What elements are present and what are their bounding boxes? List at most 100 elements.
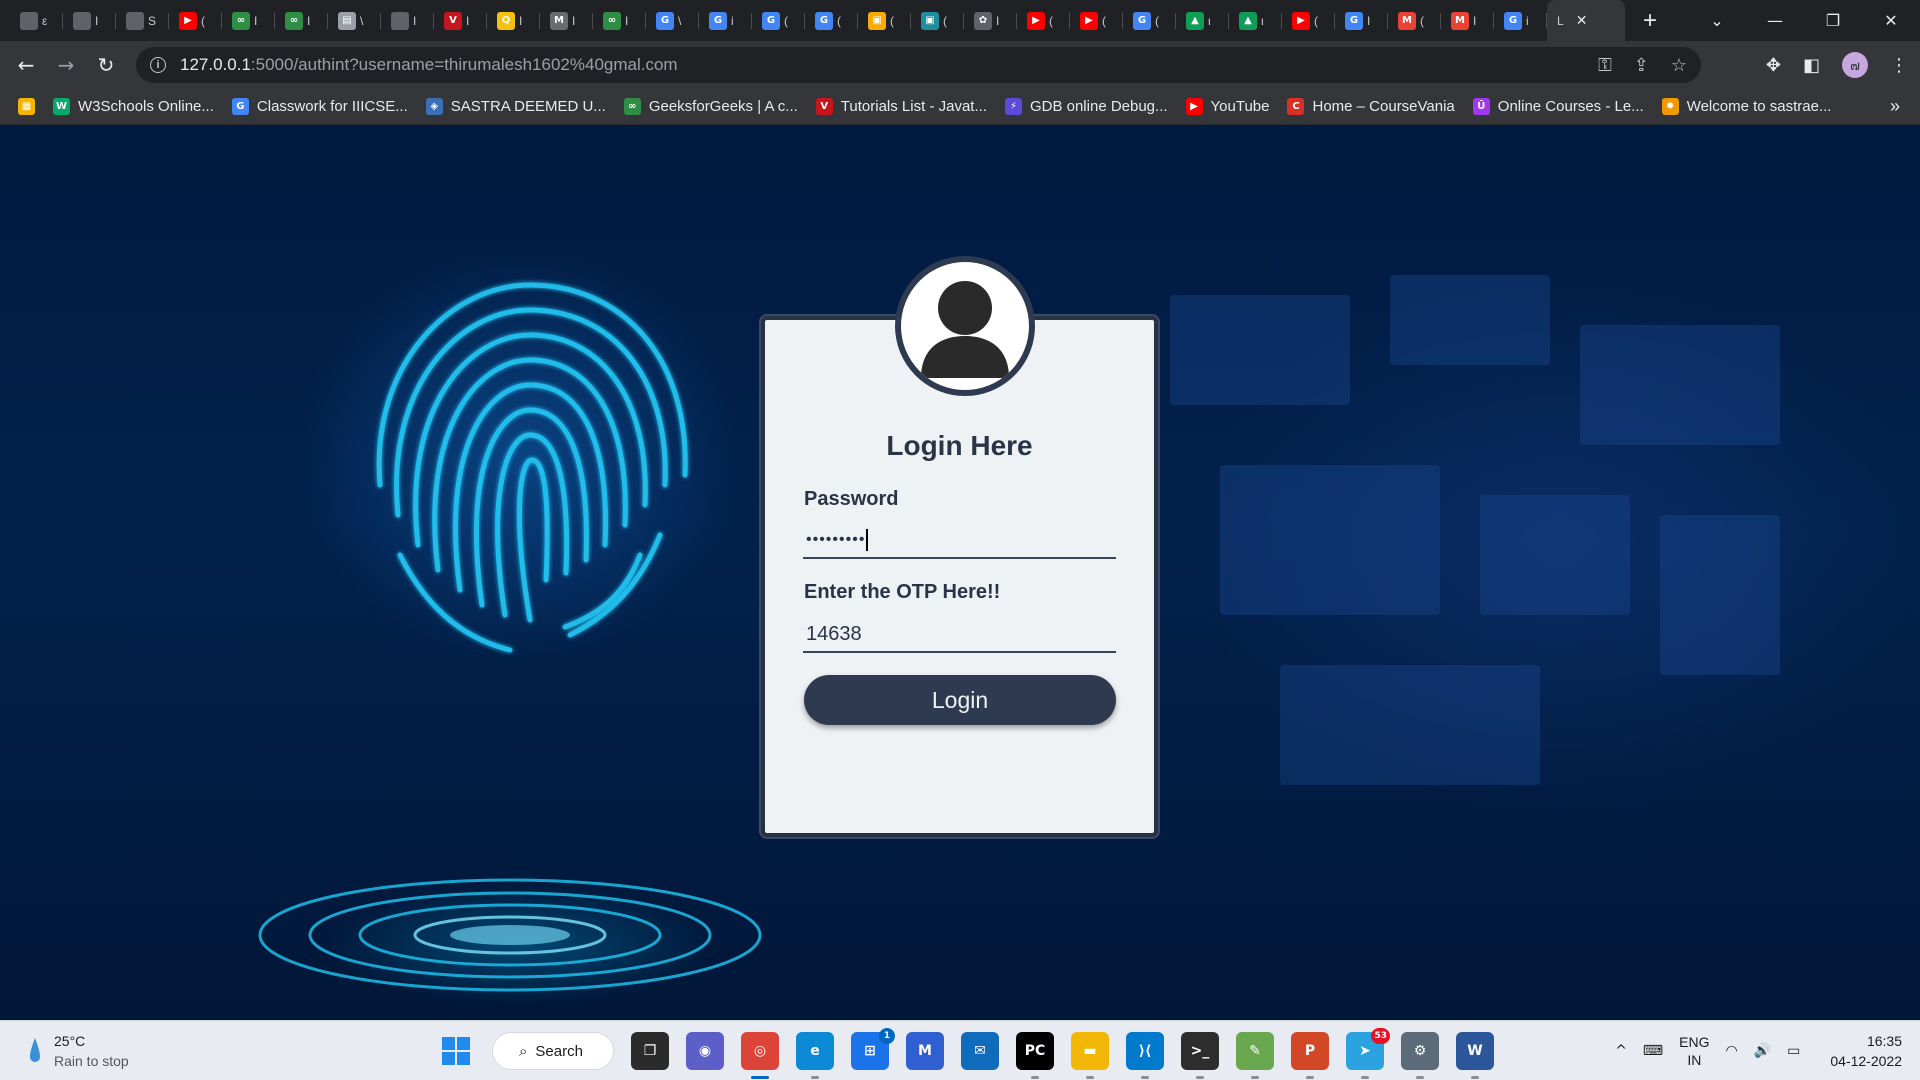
- profile-avatar[interactable]: ๗: [1842, 52, 1868, 78]
- bookmark-item[interactable]: V Tutorials List - Javat...: [815, 98, 987, 115]
- teams-chat-icon[interactable]: ◉: [686, 1032, 724, 1070]
- terminal-icon[interactable]: >_: [1181, 1032, 1219, 1079]
- bookmark-star-icon[interactable]: ☆: [1671, 55, 1687, 76]
- browser-tab[interactable]: ε: [10, 0, 63, 41]
- globe-icon: [391, 11, 409, 30]
- wifi-icon[interactable]: ◠: [1725, 1043, 1737, 1059]
- bookmark-item[interactable]: ▦: [18, 98, 35, 115]
- forward-button[interactable]: →: [46, 53, 86, 77]
- edge-icon[interactable]: e: [796, 1032, 834, 1079]
- bookmark-item[interactable]: ∞ GeeksforGeeks | A c...: [623, 98, 798, 115]
- password-input[interactable]: •••••••••: [803, 523, 1116, 559]
- browser-tab[interactable]: ▣(: [858, 0, 911, 41]
- browser-tab[interactable]: ▶(: [1282, 0, 1335, 41]
- browser-tab[interactable]: M(: [1388, 0, 1441, 41]
- browser-tab[interactable]: ▲ ι: [1229, 0, 1282, 41]
- bookmark-item[interactable]: ◈ SASTRA DEEMED U...: [425, 98, 606, 115]
- extensions-icon[interactable]: ✥: [1766, 55, 1781, 76]
- browser-tab[interactable]: I: [381, 0, 434, 41]
- browser-tab[interactable]: QI: [487, 0, 540, 41]
- youtube-icon: ▶: [1292, 11, 1310, 30]
- window-controls: ⌄ — ❐ ✕: [1688, 0, 1920, 41]
- bookmarks-overflow-icon[interactable]: »: [1890, 96, 1900, 117]
- browser-tab[interactable]: Gi: [1494, 0, 1547, 41]
- bookmark-item[interactable]: W W3Schools Online...: [53, 98, 214, 115]
- browser-tab[interactable]: S: [116, 0, 169, 41]
- browser-tab[interactable]: ∞ I: [593, 0, 646, 41]
- password-key-icon[interactable]: ⚿: [1598, 55, 1612, 76]
- otp-input[interactable]: 14638: [803, 617, 1116, 653]
- browser-tab[interactable]: ▶(: [169, 0, 222, 41]
- minimize-button[interactable]: —: [1746, 11, 1804, 30]
- taskbar-search[interactable]: ⌕ Search: [492, 1032, 614, 1070]
- bookmark-item[interactable]: ⚡ GDB online Debug...: [1004, 98, 1168, 115]
- bookmark-item[interactable]: C Home – CourseVania: [1287, 98, 1455, 115]
- running-indicator: [1471, 1076, 1479, 1079]
- weather-widget[interactable]: 25°C Rain to stop: [28, 1031, 129, 1071]
- bookmark-item[interactable]: Ū Online Courses - Le...: [1472, 98, 1644, 115]
- show-hidden-icons[interactable]: ^: [1615, 1043, 1627, 1059]
- volume-icon[interactable]: 🔊: [1754, 1043, 1771, 1059]
- powerpoint-icon[interactable]: P: [1291, 1032, 1329, 1079]
- file-explorer-icon[interactable]: ▬: [1071, 1032, 1109, 1079]
- google-icon: G: [815, 11, 833, 30]
- tab-search-icon[interactable]: ⌄: [1688, 11, 1746, 30]
- stackedit-icon: Q: [497, 11, 515, 30]
- browser-tab[interactable]: ▶(: [1017, 0, 1070, 41]
- browser-tab[interactable]: ▶(: [1070, 0, 1123, 41]
- paint-icon[interactable]: ✎: [1236, 1032, 1274, 1079]
- mail-icon[interactable]: ✉: [961, 1032, 999, 1070]
- site-info-icon[interactable]: i: [150, 57, 166, 73]
- battery-icon[interactable]: ▭: [1787, 1043, 1800, 1059]
- clock[interactable]: 16:35 04-12-2022: [1830, 1031, 1902, 1071]
- running-indicator: [1251, 1076, 1259, 1079]
- new-tab-button[interactable]: +: [1643, 0, 1657, 41]
- browser-tab[interactable]: G(: [1123, 0, 1176, 41]
- browser-tab[interactable]: MI: [1441, 0, 1494, 41]
- settings-icon[interactable]: ⚙: [1401, 1032, 1439, 1079]
- login-button[interactable]: Login: [804, 675, 1116, 725]
- bookmark-item[interactable]: ▶ YouTube: [1185, 98, 1270, 115]
- url-text[interactable]: 127.0.0.1:5000/authint?username=thirumal…: [180, 55, 678, 75]
- browser-tab[interactable]: ∞ I: [222, 0, 275, 41]
- back-button[interactable]: ←: [6, 53, 46, 77]
- language-indicator[interactable]: ENG IN: [1679, 1033, 1709, 1069]
- telegram-icon[interactable]: ➤ 53: [1346, 1028, 1390, 1079]
- side-panel-icon[interactable]: ◧: [1803, 55, 1820, 76]
- store-icon[interactable]: ⊞ 1: [851, 1028, 895, 1070]
- browser-menu-icon[interactable]: ⋮: [1890, 55, 1908, 76]
- tab-title: (: [1420, 13, 1424, 28]
- chrome-icon[interactable]: ◎: [741, 1032, 779, 1079]
- browser-tab[interactable]: ▤ \: [328, 0, 381, 41]
- keyboard-icon[interactable]: ⌨: [1643, 1043, 1663, 1059]
- running-indicator: [1306, 1076, 1314, 1079]
- browser-tab[interactable]: G(: [805, 0, 858, 41]
- reload-button[interactable]: ↻: [86, 53, 126, 77]
- browser-tab[interactable]: G \: [646, 0, 699, 41]
- restore-button[interactable]: ❐: [1804, 11, 1862, 30]
- bookmark-item[interactable]: ✹ Welcome to sastrae...: [1661, 98, 1831, 115]
- bookmark-item[interactable]: G Classwork for IIICSE...: [231, 98, 408, 115]
- task-view-icon[interactable]: ❐: [631, 1032, 669, 1070]
- close-tab-icon[interactable]: ✕: [1576, 12, 1588, 29]
- bookmark-label: YouTube: [1210, 98, 1270, 115]
- vscode-icon[interactable]: ⟩⟨: [1126, 1032, 1164, 1079]
- browser-tab[interactable]: ▣(: [911, 0, 964, 41]
- close-window-button[interactable]: ✕: [1862, 11, 1920, 30]
- word-icon[interactable]: W: [1456, 1032, 1494, 1079]
- browser-tab[interactable]: VI: [434, 0, 487, 41]
- browser-tab[interactable]: ∞ I: [275, 0, 328, 41]
- browser-tab[interactable]: GI: [1335, 0, 1388, 41]
- share-icon[interactable]: ⇪: [1634, 55, 1649, 76]
- windows-start-icon[interactable]: [437, 1032, 475, 1070]
- browser-tab[interactable]: MI: [540, 0, 593, 41]
- browser-tab[interactable]: ▲ ι: [1176, 0, 1229, 41]
- pycharm-icon[interactable]: PC: [1016, 1032, 1054, 1079]
- sticky-app-icon[interactable]: M: [906, 1032, 944, 1070]
- browser-tab[interactable]: I: [63, 0, 116, 41]
- browser-tab[interactable]: ✿ I: [964, 0, 1017, 41]
- active-browser-tab[interactable]: L ✕: [1547, 0, 1625, 41]
- browser-tab[interactable]: Gi: [699, 0, 752, 41]
- browser-tab[interactable]: G(: [752, 0, 805, 41]
- address-bar[interactable]: i 127.0.0.1:5000/authint?username=thirum…: [136, 47, 1701, 83]
